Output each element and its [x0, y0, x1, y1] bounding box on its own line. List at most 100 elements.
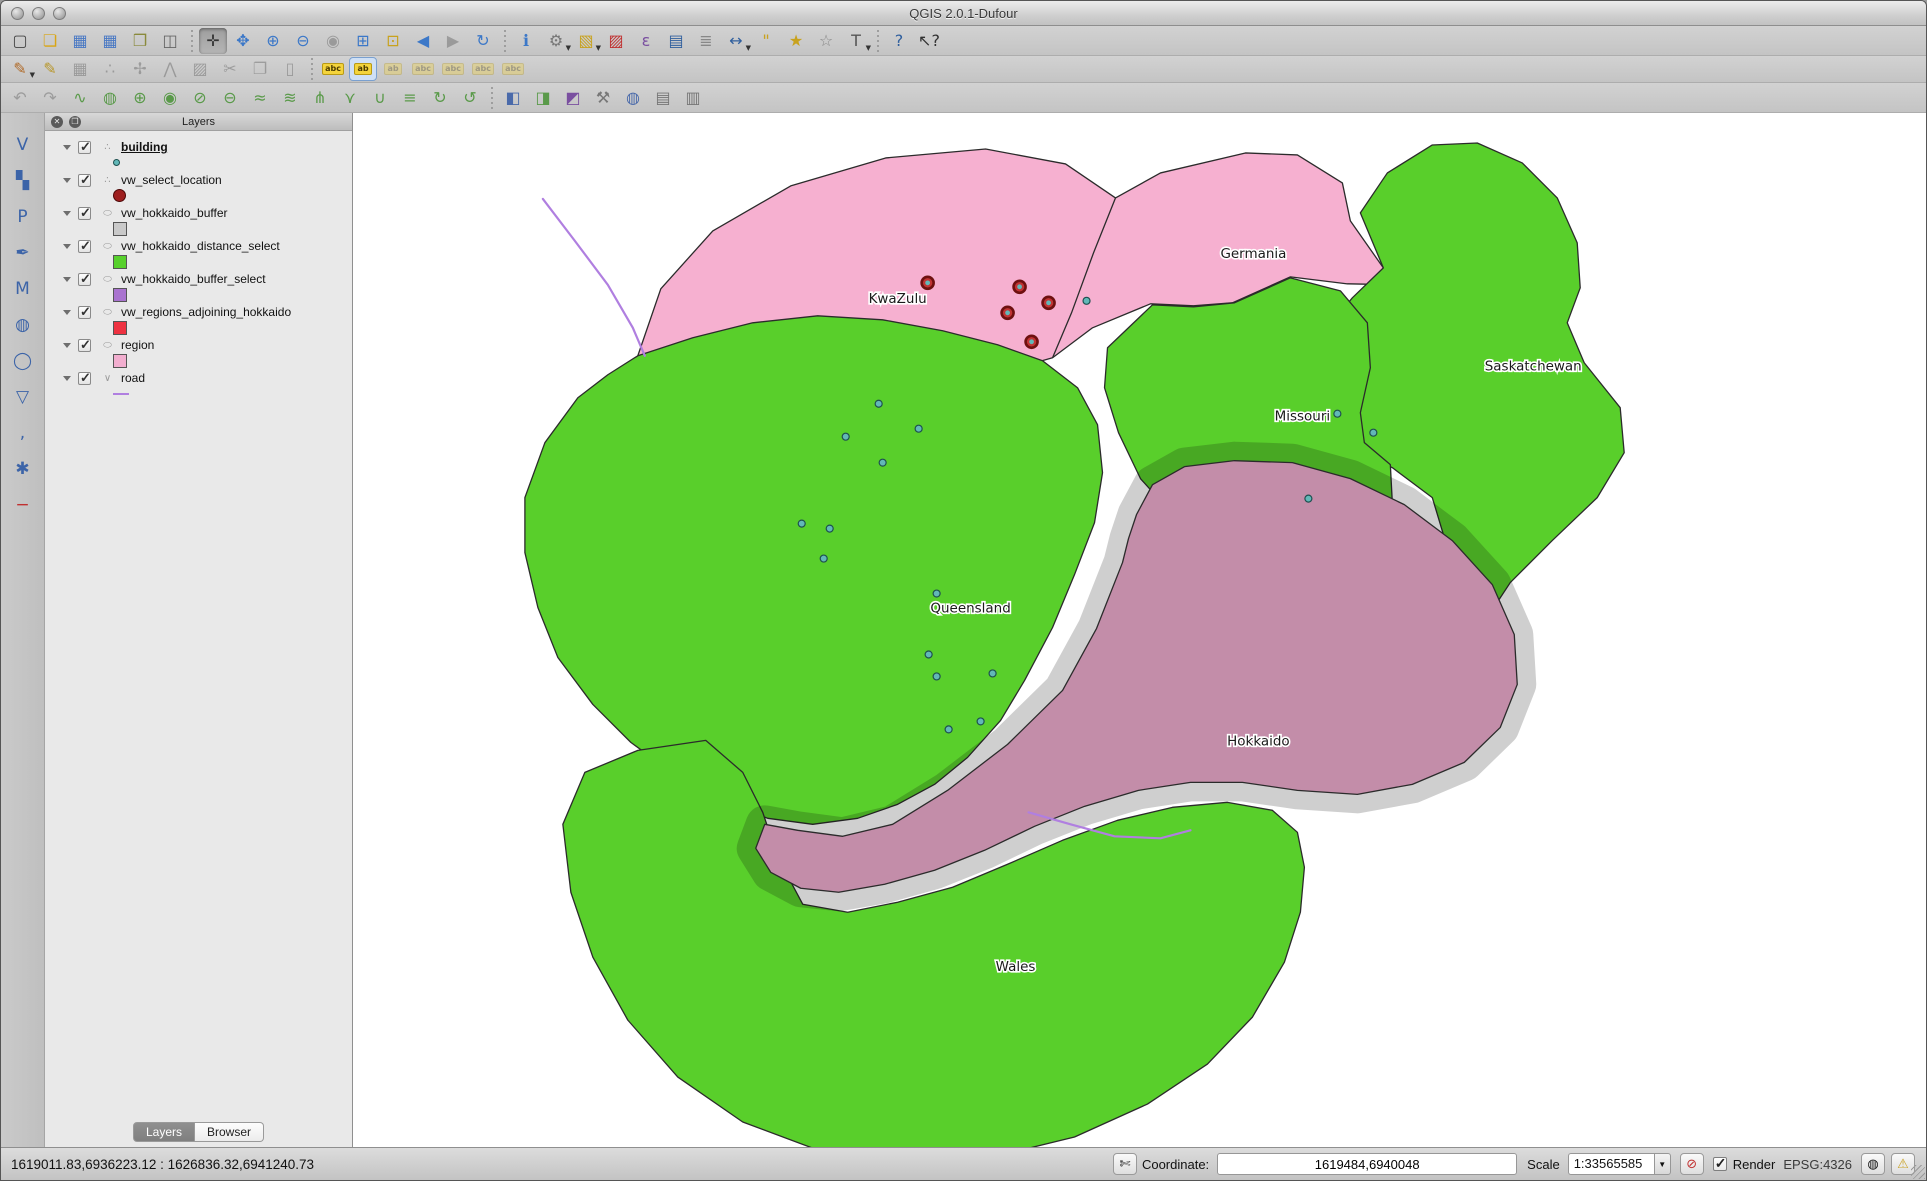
add-spatialite-layer-icon[interactable]: ✒: [9, 240, 37, 266]
table-plugin-icon[interactable]: ▤: [649, 85, 677, 111]
layer-label[interactable]: building: [121, 140, 168, 154]
layer-visibility-checkbox[interactable]: [78, 372, 91, 385]
expand-triangle-icon[interactable]: [63, 178, 71, 183]
fill-ring-icon[interactable]: ◉: [156, 85, 184, 111]
measure-icon[interactable]: ↔▼: [722, 28, 750, 54]
text-annotation-dropdown-arrow-icon[interactable]: ▼: [866, 45, 871, 52]
zoom-in-icon[interactable]: ⊕: [259, 28, 287, 54]
add-feature-icon[interactable]: ∴: [96, 57, 124, 81]
save-as-icon[interactable]: ▦: [96, 28, 124, 54]
add-delimited-text-layer-icon[interactable]: ,: [9, 420, 37, 446]
building-point[interactable]: [1334, 410, 1341, 417]
measure-dropdown-arrow-icon[interactable]: ▼: [746, 45, 751, 52]
layer-visibility-checkbox[interactable]: [78, 174, 91, 187]
build-tools-icon[interactable]: ⚒: [589, 85, 617, 111]
label-properties-icon[interactable]: abc: [499, 57, 527, 81]
render-checkbox[interactable]: [1713, 1157, 1727, 1171]
remove-layer-icon[interactable]: −: [9, 492, 37, 518]
delete-ring-icon[interactable]: ⊘: [186, 85, 214, 111]
map-canvas[interactable]: KwaZuluGermaniaSaskatchewanMissouriQueen…: [353, 113, 1926, 1147]
expand-triangle-icon[interactable]: [63, 343, 71, 348]
stop-render-icon[interactable]: ⊘: [1680, 1153, 1704, 1175]
add-part-icon[interactable]: ⊕: [126, 85, 154, 111]
checker-plugin-3-icon[interactable]: ◩: [559, 85, 587, 111]
dock-tab-layers[interactable]: Layers: [133, 1122, 195, 1142]
node-tool-icon[interactable]: ⋀: [156, 57, 184, 81]
layer-visibility-checkbox[interactable]: [78, 240, 91, 253]
add-wfs-layer-icon[interactable]: ▽: [9, 384, 37, 410]
help-contents-icon[interactable]: ?: [885, 28, 913, 54]
add-oracle-layer-icon[interactable]: ◍: [9, 312, 37, 338]
deselect-all-icon[interactable]: ▨: [602, 28, 630, 54]
layer-visibility-checkbox[interactable]: [78, 141, 91, 154]
building-point[interactable]: [933, 673, 940, 680]
building-point[interactable]: [820, 555, 827, 562]
layer-label[interactable]: vw_select_location: [121, 173, 222, 187]
expand-triangle-icon[interactable]: [63, 310, 71, 315]
whats-this-icon[interactable]: ↖?: [915, 28, 943, 54]
delete-selected-icon[interactable]: ▨: [186, 57, 214, 81]
field-calculator-icon[interactable]: ≣: [692, 28, 720, 54]
add-vector-layer-icon[interactable]: V: [9, 132, 37, 158]
building-point[interactable]: [1305, 495, 1312, 502]
merge-features-icon[interactable]: ∪: [366, 85, 394, 111]
identify-features-icon[interactable]: ℹ: [512, 28, 540, 54]
building-point[interactable]: [1083, 297, 1090, 304]
layer-label[interactable]: region: [121, 338, 154, 352]
merge-attributes-icon[interactable]: ≡: [396, 85, 424, 111]
map-tips-icon[interactable]: ": [752, 28, 780, 54]
rotate-feature-icon[interactable]: ↻: [426, 85, 454, 111]
folder-open-icon[interactable]: ❏: [36, 28, 64, 54]
redo-icon[interactable]: ↷: [36, 85, 64, 111]
label-move-icon[interactable]: abc: [409, 57, 437, 81]
building-point[interactable]: [933, 590, 940, 597]
building-point[interactable]: [1370, 429, 1377, 436]
building-point[interactable]: [842, 433, 849, 440]
file-new-icon[interactable]: ▢: [6, 28, 34, 54]
pan-to-selection-icon[interactable]: ✥: [229, 28, 257, 54]
zoom-full-icon[interactable]: ⊞: [349, 28, 377, 54]
scale-dropdown-arrow-icon[interactable]: ▼: [1654, 1153, 1671, 1175]
new-bookmark-icon[interactable]: ★: [782, 28, 810, 54]
zoom-to-selection-icon[interactable]: ⊡: [379, 28, 407, 54]
paste-features-icon[interactable]: ▯: [276, 57, 304, 81]
run-feature-action-dropdown-arrow-icon[interactable]: ▼: [566, 45, 571, 52]
add-wms-layer-icon[interactable]: ◯: [9, 348, 37, 374]
expand-triangle-icon[interactable]: [63, 277, 71, 282]
layer-label[interactable]: vw_regions_adjoining_hokkaido: [121, 305, 291, 319]
resize-grip[interactable]: [1911, 1165, 1925, 1179]
building-point[interactable]: [798, 520, 805, 527]
zoom-last-icon[interactable]: ◀: [409, 28, 437, 54]
current-edits-dropdown-arrow-icon[interactable]: ▼: [30, 72, 35, 79]
layer-label[interactable]: road: [121, 371, 145, 385]
zoom-native-icon[interactable]: ◉: [319, 28, 347, 54]
building-point[interactable]: [915, 425, 922, 432]
expand-triangle-icon[interactable]: [63, 211, 71, 216]
split-features-icon[interactable]: ⋔: [306, 85, 334, 111]
label-change-icon[interactable]: abc: [469, 57, 497, 81]
label-layer-icon[interactable]: abc: [319, 57, 347, 81]
attribute-table-icon[interactable]: ▤: [662, 28, 690, 54]
coordinate-toggle-icon[interactable]: ✄: [1113, 1153, 1137, 1175]
current-edits-icon[interactable]: ✎▼: [6, 57, 34, 81]
add-mssql-layer-icon[interactable]: M: [9, 276, 37, 302]
offset-curve-icon[interactable]: ≋: [276, 85, 304, 111]
label-pin-icon[interactable]: ab: [349, 57, 377, 81]
building-point[interactable]: [989, 670, 996, 677]
building-point[interactable]: [826, 525, 833, 532]
raster-plugin-icon[interactable]: ▥: [679, 85, 707, 111]
run-feature-action-icon[interactable]: ⚙▼: [542, 28, 570, 54]
road-line-northwest[interactable]: [543, 199, 645, 356]
building-point[interactable]: [879, 459, 886, 466]
layer-visibility-checkbox[interactable]: [78, 207, 91, 220]
scale-value[interactable]: 1:33565585: [1568, 1153, 1654, 1175]
show-bookmarks-icon[interactable]: ☆: [812, 28, 840, 54]
crs-status-icon[interactable]: ◍: [1861, 1153, 1885, 1175]
title-bar[interactable]: QGIS 2.0.1-Dufour: [1, 1, 1926, 26]
new-shapefile-layer-icon[interactable]: ✱: [9, 456, 37, 482]
move-feature-icon[interactable]: ✢: [126, 57, 154, 81]
label-rotate-icon[interactable]: abc: [439, 57, 467, 81]
expand-triangle-icon[interactable]: [63, 376, 71, 381]
select-by-expression-icon[interactable]: ε: [632, 28, 660, 54]
cut-features-icon[interactable]: ✂: [216, 57, 244, 81]
